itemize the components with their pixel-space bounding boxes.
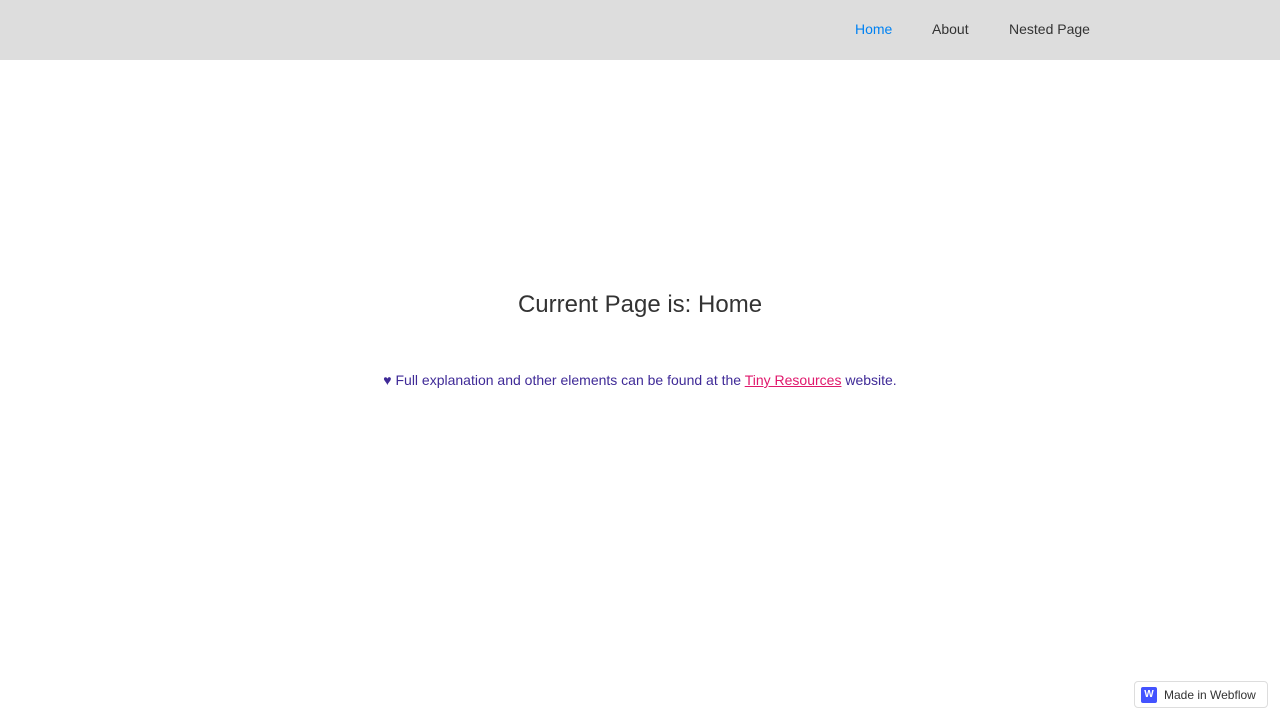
note-text-end: website. [841, 372, 897, 388]
top-navbar: Home About Nested Page [0, 0, 1280, 60]
nav-link-nested-page[interactable]: Nested Page [1009, 21, 1090, 37]
info-note: ♥ Full explanation and other elements ca… [0, 372, 1280, 388]
webflow-logo-icon: W [1141, 686, 1157, 703]
tiny-resources-link[interactable]: Tiny Resources [745, 372, 842, 388]
nav-link-about[interactable]: About [932, 21, 969, 37]
made-in-webflow-badge[interactable]: W Made in Webflow [1134, 681, 1268, 708]
note-text: Full explanation and other elements can … [391, 372, 745, 388]
badge-label: Made in Webflow [1164, 687, 1256, 702]
heart-icon: ♥ [383, 372, 392, 388]
page-title: Current Page is: Home [517, 291, 763, 318]
nav-link-home[interactable]: Home [855, 21, 892, 37]
